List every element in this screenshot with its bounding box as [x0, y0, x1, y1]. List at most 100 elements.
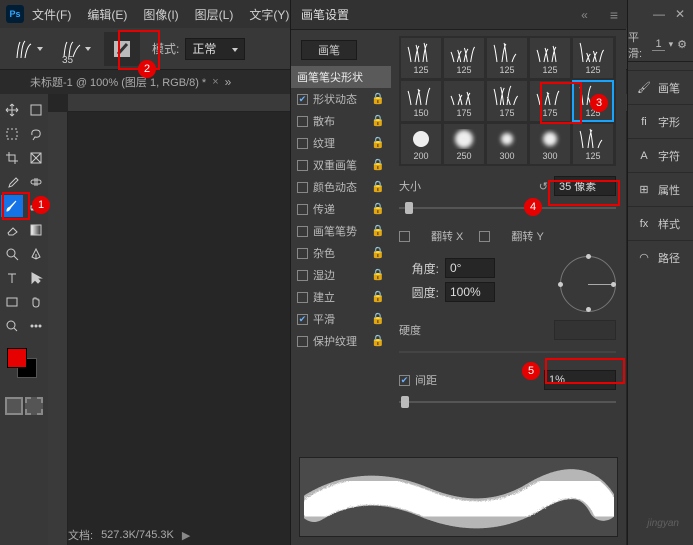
size-input[interactable]: 35 像素	[554, 176, 616, 196]
panel-collapse-icon[interactable]: «	[581, 8, 588, 22]
tool-dodge[interactable]	[1, 243, 23, 265]
opt-texture[interactable]: 纹理🔒	[291, 132, 391, 154]
menu-type[interactable]: 文字(Y)	[241, 6, 297, 23]
flip-y-checkbox[interactable]	[479, 231, 490, 242]
tool-eyedropper[interactable]	[1, 171, 23, 193]
tool-eraser[interactable]	[1, 219, 23, 241]
brush-preset-cell[interactable]: 125	[530, 38, 570, 78]
brush-preset-cell[interactable]: 125	[401, 38, 441, 78]
color-swatches[interactable]	[7, 348, 41, 378]
tool-preset-brush[interactable]	[8, 34, 48, 64]
ruler-vertical[interactable]	[48, 112, 68, 545]
size-slider[interactable]	[399, 200, 616, 216]
screen-mode-switch[interactable]	[4, 396, 44, 416]
lock-icon[interactable]: 🔒	[371, 246, 385, 259]
tool-zoom[interactable]	[1, 315, 23, 337]
tool-path-select[interactable]	[25, 267, 47, 289]
smoothing-option[interactable]: 平滑: 1 ▾ ⚙	[628, 28, 693, 62]
lock-icon[interactable]: 🔒	[371, 268, 385, 281]
brush-preset-cell[interactable]: 125	[444, 38, 484, 78]
opt-color-dynamics[interactable]: 颜色动态🔒	[291, 176, 391, 198]
brushes-tab[interactable]: 画笔	[301, 40, 357, 60]
opt-buildup[interactable]: 建立🔒	[291, 286, 391, 308]
tool-edit-toolbar[interactable]	[25, 315, 47, 337]
opt-protect-texture[interactable]: 保护纹理🔒	[291, 330, 391, 352]
window-close-icon[interactable]: ✕	[675, 7, 685, 21]
lock-icon[interactable]: 🔒	[371, 114, 385, 127]
opt-transfer[interactable]: 传递🔒	[291, 198, 391, 220]
lock-icon[interactable]: 🔒	[371, 224, 385, 237]
opt-dual-brush[interactable]: 双重画笔🔒	[291, 154, 391, 176]
dock-item-props[interactable]: ⊞属性	[628, 172, 693, 206]
angle-dial[interactable]	[560, 256, 616, 312]
brush-settings-toggle[interactable]	[104, 32, 140, 66]
lock-icon[interactable]: 🔒	[371, 92, 385, 105]
brush-preset-picker[interactable]: 35	[54, 34, 98, 64]
menu-file[interactable]: 文件(F)	[24, 6, 79, 23]
tool-gradient[interactable]	[25, 219, 47, 241]
brush-preset-cell[interactable]: 300	[487, 124, 527, 164]
dock-item-char[interactable]: A字符	[628, 138, 693, 172]
tool-crop[interactable]	[1, 147, 23, 169]
opt-scatter[interactable]: 散布🔒	[291, 110, 391, 132]
dock-item-paths[interactable]: ◠路径	[628, 240, 693, 274]
reset-size-icon[interactable]: ↺	[539, 180, 548, 193]
lock-icon[interactable]: 🔒	[371, 334, 385, 347]
tool-brush[interactable]	[1, 195, 23, 217]
brush-preset-cell[interactable]: 125	[573, 124, 613, 164]
dock-item-brush[interactable]: 🖌画笔	[628, 70, 693, 104]
lock-icon[interactable]: 🔒	[371, 136, 385, 149]
tool-hand[interactable]	[25, 291, 47, 313]
smooth-value[interactable]: 1	[652, 38, 664, 51]
status-chevron-icon[interactable]: ▶	[182, 529, 190, 542]
brush-preset-cell[interactable]: 125	[573, 38, 613, 78]
tab-close-icon[interactable]: ×	[212, 76, 218, 88]
spacing-checkbox[interactable]	[399, 375, 410, 386]
tool-marquee[interactable]	[1, 123, 23, 145]
tool-pen[interactable]	[25, 243, 47, 265]
brush-preset-cell[interactable]: 250	[444, 124, 484, 164]
spacing-slider[interactable]	[399, 394, 616, 410]
opt-noise[interactable]: 杂色🔒	[291, 242, 391, 264]
brush-preset-cell[interactable]: 175	[530, 81, 570, 121]
document-tab[interactable]: 未标题-1 @ 100% (图层 1, RGB/8) *	[30, 74, 206, 90]
flip-x-checkbox[interactable]	[399, 231, 410, 242]
tool-artboard[interactable]	[25, 99, 47, 121]
tab-overflow-icon[interactable]: »	[225, 75, 232, 89]
brush-preset-cell[interactable]: 175	[487, 81, 527, 121]
brush-preset-cell[interactable]: 175	[444, 81, 484, 121]
lock-icon[interactable]: 🔒	[371, 202, 385, 215]
menu-layer[interactable]: 图层(L)	[187, 6, 242, 23]
tool-lasso[interactable]	[25, 123, 47, 145]
opt-tip-shape[interactable]: 画笔笔尖形状	[291, 66, 391, 88]
foreground-color-swatch[interactable]	[7, 348, 27, 368]
tool-heal[interactable]	[25, 171, 47, 193]
tool-type[interactable]	[1, 267, 23, 289]
lock-icon[interactable]: 🔒	[371, 290, 385, 303]
tool-shape[interactable]	[1, 291, 23, 313]
chevron-down-icon[interactable]: ▾	[669, 39, 674, 50]
dock-item-styles[interactable]: fx样式	[628, 206, 693, 240]
lock-icon[interactable]: 🔒	[371, 180, 385, 193]
lock-icon[interactable]: 🔒	[371, 312, 385, 325]
brush-preset-grid[interactable]: 1251251251251251501751751751252002503003…	[399, 36, 616, 166]
gear-icon[interactable]: ⚙	[677, 38, 687, 51]
window-minimize-icon[interactable]: —	[653, 7, 665, 21]
brush-preset-cell[interactable]: 300	[530, 124, 570, 164]
opt-shape-dynamics[interactable]: 形状动态🔒	[291, 88, 391, 110]
panel-titlebar[interactable]: 画笔设置 « ≡	[291, 0, 626, 30]
panel-menu-icon[interactable]: ≡	[610, 7, 618, 23]
tool-frame[interactable]	[25, 147, 47, 169]
tool-move[interactable]	[1, 99, 23, 121]
lock-icon[interactable]: 🔒	[371, 158, 385, 171]
spacing-input[interactable]: 1%	[544, 370, 616, 390]
brush-preset-cell[interactable]: 150	[401, 81, 441, 121]
blend-mode-dropdown[interactable]: 正常	[185, 38, 245, 60]
roundness-input[interactable]: 100%	[445, 282, 495, 302]
opt-brush-pose[interactable]: 画笔笔势🔒	[291, 220, 391, 242]
menu-edit[interactable]: 编辑(E)	[79, 6, 135, 23]
opt-smoothing[interactable]: 平滑🔒	[291, 308, 391, 330]
brush-preset-cell[interactable]: 200	[401, 124, 441, 164]
brush-preset-cell[interactable]: 125	[487, 38, 527, 78]
opt-wet-edges[interactable]: 湿边🔒	[291, 264, 391, 286]
